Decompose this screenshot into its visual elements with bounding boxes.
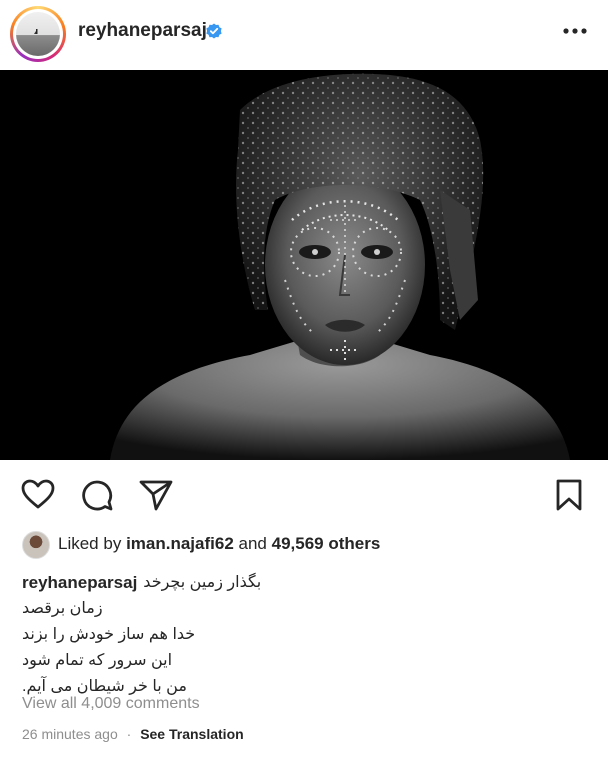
caption: reyhaneparsaj بگذار زمین بچرخد زمان برقص…: [22, 570, 582, 700]
likes-row: Liked by iman.najafi62 and 49,569 others: [22, 531, 582, 559]
comment-icon[interactable]: [80, 478, 114, 512]
send-icon[interactable]: [138, 478, 174, 512]
post-header: reyhaneparsaj: [0, 0, 608, 70]
likes-text: Liked by iman.najafi62 and 49,569 others: [58, 534, 380, 554]
action-bar: [0, 470, 608, 520]
post-meta: 26 minutes ago · See Translation: [22, 726, 244, 742]
see-translation-link[interactable]: See Translation: [140, 726, 243, 742]
caption-line: این سرور که تمام شود: [22, 652, 173, 669]
post-username[interactable]: reyhaneparsaj: [78, 20, 207, 42]
likes-others[interactable]: 49,569 others: [272, 534, 381, 553]
meta-separator: ·: [126, 726, 132, 742]
liker-avatar[interactable]: [22, 531, 50, 559]
profile-avatar[interactable]: [10, 6, 66, 62]
verified-badge-icon: [206, 23, 222, 39]
post-photo[interactable]: [0, 70, 608, 460]
likes-joiner: and: [238, 534, 267, 553]
heart-icon[interactable]: [20, 478, 56, 510]
caption-username[interactable]: reyhaneparsaj: [22, 573, 137, 593]
more-horizontal-icon[interactable]: [562, 24, 588, 38]
portrait-image: [0, 70, 608, 460]
avatar-image: [16, 12, 60, 56]
caption-line: بگذار زمین بچرخد: [143, 574, 262, 591]
liker-username[interactable]: iman.najafi62: [126, 534, 234, 553]
caption-line: زمان برقصد: [22, 600, 103, 617]
likes-prefix: Liked by: [58, 534, 122, 553]
caption-line: خدا هم ساز خودش را بزند: [22, 626, 196, 643]
post-timestamp: 26 minutes ago: [22, 726, 118, 742]
view-all-comments-link[interactable]: View all 4,009 comments: [22, 695, 200, 713]
bookmark-icon[interactable]: [554, 478, 584, 512]
